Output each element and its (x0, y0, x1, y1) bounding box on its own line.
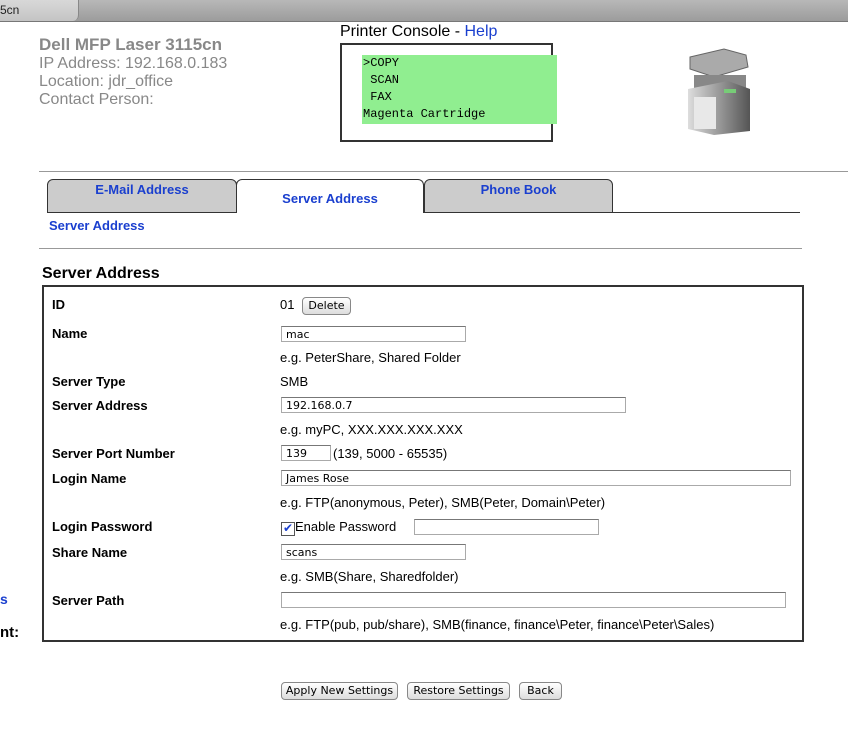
printer-console: >COPY SCAN FAX Magenta Cartridge (340, 43, 557, 142)
lcd-display: >COPY SCAN FAX Magenta Cartridge (362, 55, 557, 124)
enable-password-label: Enable Password (295, 519, 397, 534)
server-address-label: Server Address (52, 398, 148, 413)
tab-email-address[interactable]: E-Mail Address (47, 179, 237, 213)
restore-settings-button[interactable]: Restore Settings (407, 682, 510, 700)
enable-password-checkbox[interactable]: ✔ Enable Password (281, 519, 396, 536)
printer-console-title: Printer Console - Help (340, 23, 497, 41)
login-name-input[interactable]: James Rose (281, 470, 791, 486)
server-path-hint: e.g. FTP(pub, pub/share), SMB(finance, f… (280, 617, 715, 632)
section-title: Server Address (42, 265, 160, 282)
tab-server-address[interactable]: Server Address (236, 179, 424, 213)
tab-phone-book[interactable]: Phone Book (424, 179, 613, 213)
name-label: Name (52, 326, 88, 341)
server-type-label: Server Type (52, 374, 126, 389)
login-password-label: Login Password (52, 519, 153, 534)
server-address-hint: e.g. myPC, XXX.XXX.XXX.XXX (280, 422, 463, 437)
subnav-server-address[interactable]: Server Address (49, 218, 145, 233)
id-value: 01 (280, 297, 295, 312)
divider (39, 248, 802, 249)
lcd-line: >COPY (363, 56, 400, 70)
login-name-hint: e.g. FTP(anonymous, Peter), SMB(Peter, D… (280, 495, 606, 510)
apply-new-settings-button[interactable]: Apply New Settings (281, 682, 398, 700)
printer-icon (688, 48, 750, 135)
name-input[interactable]: mac (281, 326, 466, 342)
left-nav-fragment[interactable]: s (0, 591, 8, 607)
server-type-value: SMB (280, 374, 309, 389)
server-port-input[interactable]: 139 (281, 445, 331, 461)
console-title-text: Printer Console - (340, 23, 465, 40)
login-name-label: Login Name (52, 471, 127, 486)
lcd-line: FAX (363, 90, 392, 104)
server-port-label: Server Port Number (52, 446, 175, 461)
share-name-hint: e.g. SMB(Share, Sharedfolder) (280, 569, 459, 584)
location: Location: jdr_office (39, 73, 174, 90)
browser-tab[interactable]: 5cn (0, 0, 79, 21)
share-name-label: Share Name (52, 545, 128, 560)
lcd-line: Magenta Cartridge (363, 107, 486, 121)
login-password-input[interactable] (414, 519, 599, 535)
share-name-input[interactable]: scans (281, 544, 466, 560)
server-path-input[interactable] (281, 592, 786, 608)
server-path-label: Server Path (52, 593, 125, 608)
back-button[interactable]: Back (519, 682, 562, 700)
device-title: Dell MFP Laser 3115cn (39, 35, 223, 54)
id-label: ID (52, 297, 65, 312)
browser-tab-bar (0, 0, 848, 22)
tab-baseline (612, 212, 800, 213)
server-port-hint: (139, 5000 - 65535) (333, 446, 448, 461)
delete-button[interactable]: Delete (302, 297, 351, 315)
help-link[interactable]: Help (465, 23, 498, 40)
name-hint: e.g. PeterShare, Shared Folder (280, 350, 461, 365)
server-address-input[interactable]: 192.168.0.7 (281, 397, 626, 413)
checkmark-icon[interactable]: ✔ (281, 522, 295, 536)
ip-address: IP Address: 192.168.0.183 (39, 55, 228, 72)
contact-person: Contact Person: (39, 91, 154, 108)
divider (39, 171, 848, 172)
left-label-fragment: nt: (0, 624, 20, 641)
lcd-line: SCAN (363, 73, 400, 87)
